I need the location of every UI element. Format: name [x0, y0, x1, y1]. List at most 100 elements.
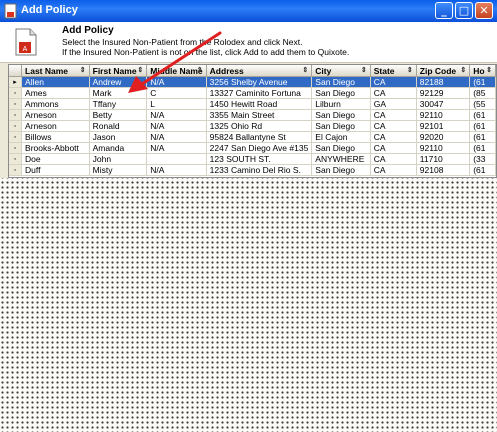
cell-first-name[interactable]: Amanda	[89, 142, 148, 154]
cell-middle-name[interactable]	[146, 153, 207, 165]
table-row[interactable]: ▫ Ames Mark C 13327 Caminito Fortuna San Dieg…	[9, 87, 496, 99]
table-row[interactable]: ▫ Ammons Tffany L 1450 Hewitt Road Lilburn GA 3…	[9, 98, 496, 110]
row-expander-icon[interactable]: ▫	[9, 87, 23, 99]
cell-zip-code[interactable]: 92110	[416, 109, 471, 121]
cell-last-name[interactable]: Ames	[21, 87, 90, 99]
cell-ho[interactable]: (61	[469, 76, 496, 88]
cell-ho[interactable]: (61	[469, 109, 496, 121]
cell-ho[interactable]: (61	[469, 164, 496, 176]
cell-city[interactable]: San Diego	[311, 76, 371, 88]
cell-middle-name[interactable]: N/A	[146, 120, 207, 132]
cell-state[interactable]: CA	[370, 131, 417, 143]
cell-zip-code[interactable]: 92129	[416, 87, 471, 99]
cell-zip-code[interactable]: 92110	[416, 142, 471, 154]
cell-last-name[interactable]: Arneson	[21, 120, 90, 132]
table-row[interactable]: ▸ Allen Andrew N/A 3256 Shelby Avenue San Die…	[9, 76, 496, 88]
table-row[interactable]: ▫ Duff Misty N/A 1233 Camino Del Rio S. San D…	[9, 164, 496, 176]
cell-state[interactable]: CA	[370, 109, 417, 121]
cell-last-name[interactable]: Brooks-Abbott	[21, 142, 90, 154]
table-row[interactable]: ▫ Doe John 123 SOUTH ST. ANYWHERE CA 11710 (33	[9, 153, 496, 165]
cell-city[interactable]: ANYWHERE	[311, 153, 371, 165]
cell-last-name[interactable]: Arneson	[21, 109, 90, 121]
cell-ho[interactable]: (61	[469, 120, 496, 132]
maximize-button[interactable]: □	[455, 2, 473, 19]
row-expander-icon[interactable]: ▫	[9, 164, 23, 176]
cell-first-name[interactable]: Mark	[89, 87, 148, 99]
row-expander-icon[interactable]: ▫	[9, 131, 23, 143]
close-button[interactable]: ✕	[475, 2, 493, 19]
cell-last-name[interactable]: Doe	[21, 153, 90, 165]
cell-city[interactable]: San Diego	[311, 142, 371, 154]
table-row[interactable]: ▫ Billows Jason N/A 95824 Ballantyne St El Ca…	[9, 131, 496, 143]
cell-ho[interactable]: (61	[469, 142, 496, 154]
cell-first-name[interactable]: Andrew	[89, 76, 148, 88]
cell-address[interactable]: 2247 San Diego Ave #135	[206, 142, 313, 154]
cell-address[interactable]: 95824 Ballantyne St	[206, 131, 313, 143]
row-expander-icon[interactable]: ▫	[9, 120, 23, 132]
cell-middle-name[interactable]: N/A	[146, 109, 207, 121]
cell-city[interactable]: San Diego	[311, 164, 371, 176]
column-header-city[interactable]: City ⇕	[311, 65, 371, 77]
row-expander-icon[interactable]: ▫	[9, 109, 23, 121]
table-row[interactable]: ▫ Brooks-Abbott Amanda N/A 2247 San Diego Av…	[9, 142, 496, 154]
cell-middle-name[interactable]: C	[146, 87, 207, 99]
column-header-first-name[interactable]: First Name ⇕	[89, 65, 148, 77]
table-row[interactable]: ▫ Arneson Ronald N/A 1325 Ohio Rd San Diego CA…	[9, 120, 496, 132]
cell-middle-name[interactable]: N/A	[146, 142, 207, 154]
row-expander-icon[interactable]: ▫	[9, 153, 23, 165]
column-header-middle-name[interactable]: Middle Name ⇕	[146, 65, 207, 77]
cell-last-name[interactable]: Ammons	[21, 98, 90, 110]
cell-last-name[interactable]: Billows	[21, 131, 90, 143]
cell-city[interactable]: San Diego	[311, 109, 371, 121]
cell-city[interactable]: San Diego	[311, 87, 371, 99]
cell-address[interactable]: 13327 Caminito Fortuna	[206, 87, 313, 99]
column-header-last-name[interactable]: Last Name ⇕	[21, 65, 90, 77]
cell-first-name[interactable]: Tffany	[89, 98, 148, 110]
cell-city[interactable]: Lilburn	[311, 98, 371, 110]
cell-first-name[interactable]: Jason	[89, 131, 148, 143]
cell-ho[interactable]: (61	[469, 131, 496, 143]
cell-state[interactable]: CA	[370, 142, 417, 154]
cell-state[interactable]: GA	[370, 98, 417, 110]
cell-address[interactable]: 1450 Hewitt Road	[206, 98, 313, 110]
column-header-zip-code[interactable]: Zip Code ⇕	[416, 65, 471, 77]
cell-address[interactable]: 1325 Ohio Rd	[206, 120, 313, 132]
title-bar[interactable]: Add Policy _ □ ✕	[0, 0, 497, 22]
cell-state[interactable]: CA	[370, 164, 417, 176]
sort-icon[interactable]: ⇕	[302, 66, 308, 74]
table-row[interactable]: ▫ Arneson Betty N/A 3355 Main Street San Dieg…	[9, 109, 496, 121]
cell-middle-name[interactable]: N/A	[146, 76, 207, 88]
cell-first-name[interactable]: Ronald	[89, 120, 148, 132]
current-row-indicator-icon[interactable]: ▸	[9, 76, 23, 88]
cell-city[interactable]: El Cajon	[311, 131, 371, 143]
cell-last-name[interactable]: Duff	[21, 164, 90, 176]
minimize-button[interactable]: _	[435, 2, 453, 19]
rolodex-grid[interactable]: Last Name ⇕ First Name ⇕ Middle Name ⇕ Address…	[8, 64, 497, 178]
column-header-state[interactable]: State ⇕	[370, 65, 417, 77]
cell-address[interactable]: 123 SOUTH ST.	[206, 153, 313, 165]
cell-zip-code[interactable]: 30047	[416, 98, 471, 110]
row-expander-icon[interactable]: ▫	[9, 98, 23, 110]
cell-city[interactable]: San Diego	[311, 120, 371, 132]
cell-last-name[interactable]: Allen	[21, 76, 90, 88]
cell-middle-name[interactable]: N/A	[146, 131, 207, 143]
cell-address[interactable]: 1233 Camino Del Rio S.	[206, 164, 313, 176]
cell-zip-code[interactable]: 92020	[416, 131, 471, 143]
cell-first-name[interactable]: Misty	[89, 164, 148, 176]
sort-icon[interactable]: ⇕	[80, 66, 86, 74]
sort-icon[interactable]: ⇕	[197, 66, 203, 74]
cell-zip-code[interactable]: 11710	[416, 153, 471, 165]
column-header-address[interactable]: Address ⇕	[206, 65, 313, 77]
cell-zip-code[interactable]: 92108	[416, 164, 471, 176]
cell-middle-name[interactable]: N/A	[146, 164, 207, 176]
cell-middle-name[interactable]: L	[146, 98, 207, 110]
cell-first-name[interactable]: John	[89, 153, 148, 165]
sort-icon[interactable]: ⇕	[460, 66, 466, 74]
row-expander-icon[interactable]: ▫	[9, 142, 23, 154]
sort-icon[interactable]: ⇕	[361, 66, 367, 74]
cell-zip-code[interactable]: 82188	[416, 76, 471, 88]
cell-address[interactable]: 3256 Shelby Avenue	[206, 76, 313, 88]
cell-state[interactable]: CA	[370, 87, 417, 99]
cell-ho[interactable]: (33	[469, 153, 496, 165]
cell-zip-code[interactable]: 92101	[416, 120, 471, 132]
